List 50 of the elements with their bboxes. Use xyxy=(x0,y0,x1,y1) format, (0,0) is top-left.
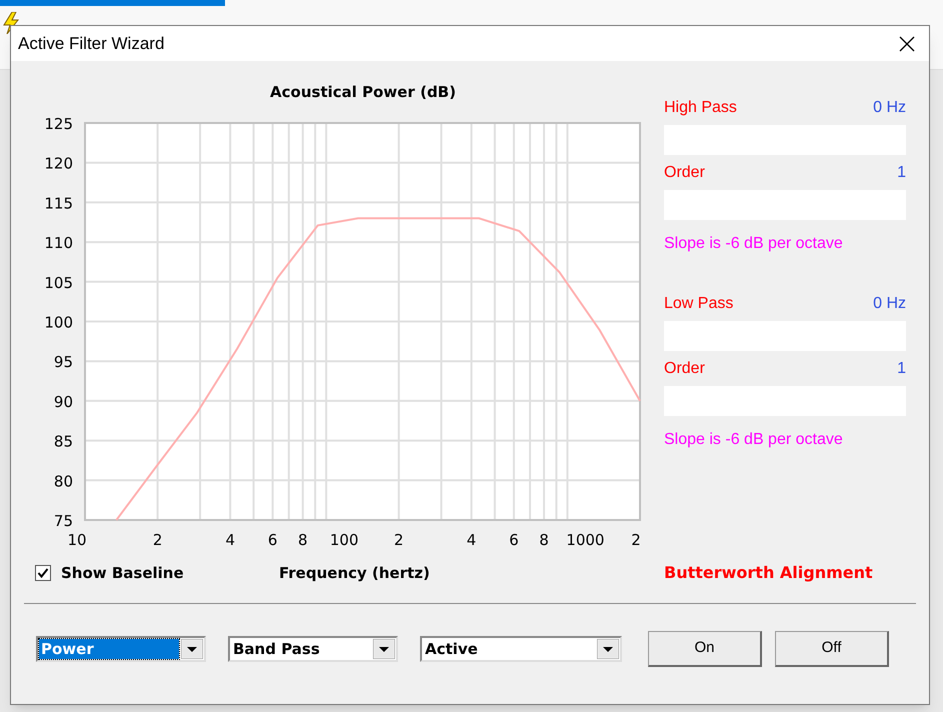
chart-title: Acoustical Power (dB) xyxy=(270,83,456,101)
frequency-value: 0 Hz xyxy=(873,98,906,118)
lightning-icon xyxy=(2,12,20,34)
order-value: 1 xyxy=(897,359,906,379)
dropdown[interactable]: Power xyxy=(36,636,206,662)
axis-tick-label: 120 xyxy=(44,154,73,173)
axis-tick-label: 95 xyxy=(54,353,73,372)
axis-tick-label: 105 xyxy=(44,274,73,292)
axis-tick-label: 6 xyxy=(268,531,278,549)
slope-text: Slope is -6 dB per octave xyxy=(664,234,844,254)
axis-tick-label: 1000 xyxy=(566,531,604,549)
filter-label: High Pass xyxy=(664,98,737,118)
dropdown[interactable]: Band Pass xyxy=(228,636,398,662)
axis-tick-label: 4 xyxy=(466,531,476,549)
axis-tick-label: 2 xyxy=(631,531,641,549)
axis-tick-label: 8 xyxy=(539,531,549,549)
axis-tick-label: 6 xyxy=(509,531,519,549)
x-axis-title: Frequency (hertz) xyxy=(279,562,430,584)
dropdown[interactable]: Active xyxy=(420,636,622,662)
filter-label: Low Pass xyxy=(664,294,734,314)
checkbox-label: Show Baseline xyxy=(61,562,184,584)
axis-tick-label: 80 xyxy=(54,472,73,490)
axis-tick-label: 90 xyxy=(54,392,73,411)
axis-tick-label: 2 xyxy=(152,531,162,549)
axis-tick-label: 85 xyxy=(54,432,73,451)
dropdown-arrow-icon[interactable] xyxy=(597,639,619,659)
order-label: Order xyxy=(664,359,705,379)
axis-tick-label: 125 xyxy=(44,115,73,133)
close-icon[interactable] xyxy=(899,36,915,52)
frequency-value: 0 Hz xyxy=(873,294,906,314)
axis-tick-label: 110 xyxy=(44,234,73,252)
window-title: Active Filter Wizard xyxy=(18,32,164,55)
alignment-text: Butterworth Alignment xyxy=(664,562,874,584)
slope-text: Slope is -6 dB per octave xyxy=(664,430,844,450)
axis-tick-label: 115 xyxy=(44,194,73,212)
axis-tick-label: 8 xyxy=(298,531,308,549)
toggle-button[interactable]: Off xyxy=(775,631,889,667)
axis-tick-label: 2 xyxy=(394,531,404,549)
axis-tick-label: 4 xyxy=(225,531,235,549)
dropdown-arrow-icon[interactable] xyxy=(373,639,395,659)
toggle-button[interactable]: On xyxy=(648,631,762,667)
dropdown-arrow-icon[interactable] xyxy=(181,639,203,659)
checkbox[interactable] xyxy=(35,565,51,581)
check-icon xyxy=(37,567,49,579)
axis-tick-label: 100 xyxy=(44,314,73,332)
order-label: Order xyxy=(664,163,705,183)
axis-tick-label: 100 xyxy=(330,531,359,549)
axis-tick-label: 10 xyxy=(67,531,87,549)
axis-tick-label: 75 xyxy=(54,512,73,530)
order-value: 1 xyxy=(897,163,906,183)
